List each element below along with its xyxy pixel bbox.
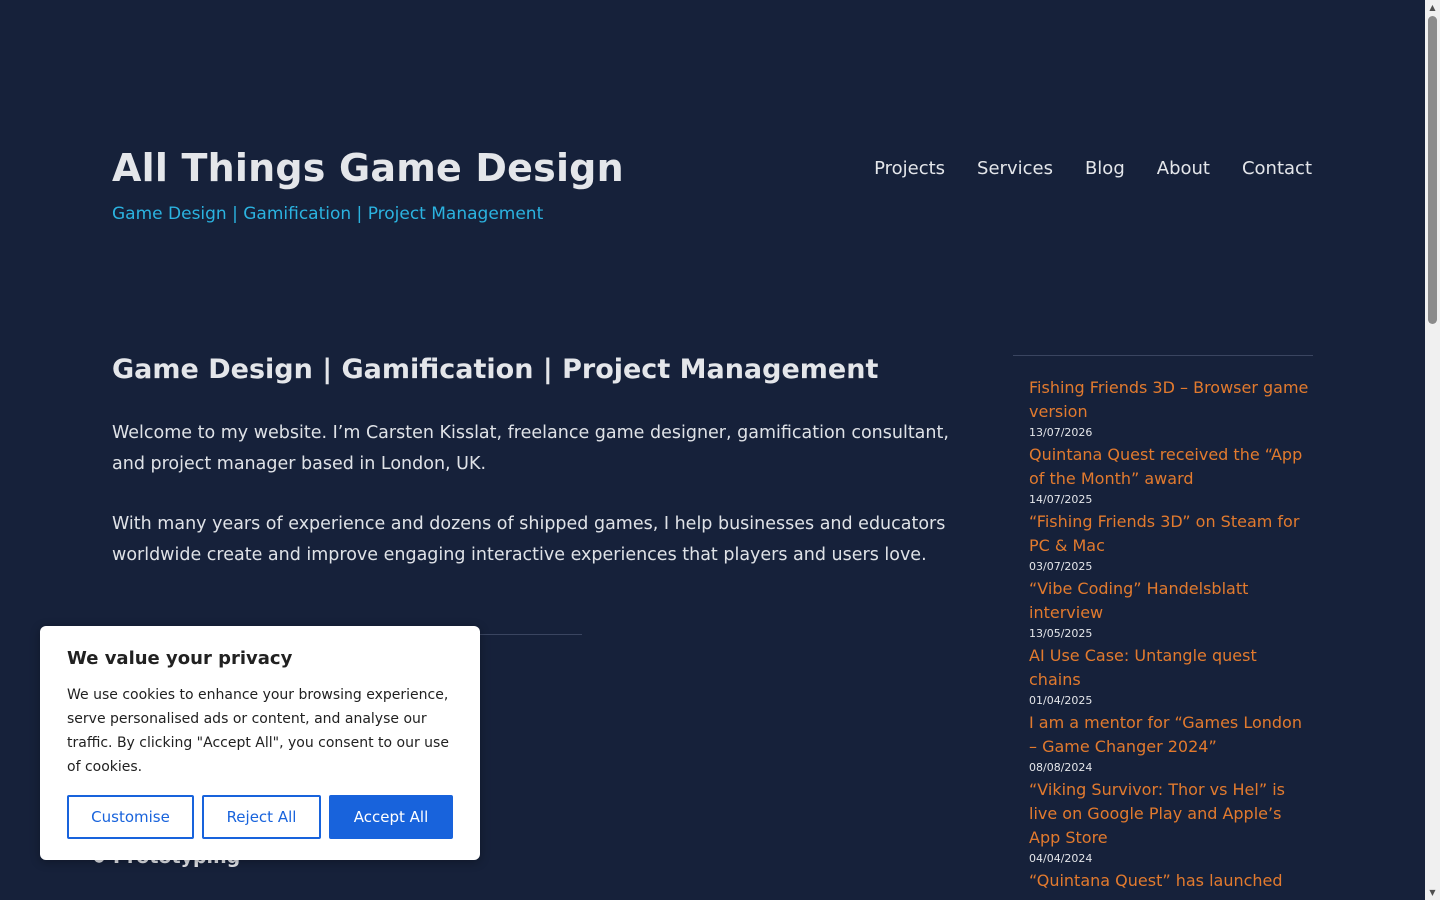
nav-item-services[interactable]: Services (977, 158, 1053, 179)
nav-item-projects[interactable]: Projects (874, 158, 945, 179)
triangle-down-icon[interactable]: ▼ (1425, 885, 1440, 900)
cookie-text: We use cookies to enhance your browsing … (67, 687, 449, 775)
post-date: 03/07/2025 (1029, 560, 1093, 573)
post-link[interactable]: AI Use Case: Untangle quest chains (1029, 644, 1313, 692)
page: All Things Game Design Game Design | Gam… (0, 0, 1425, 900)
reject-all-button[interactable]: Reject All (202, 795, 321, 839)
post-date: 13/07/2026 (1029, 426, 1093, 439)
cookie-title: We value your privacy (67, 648, 293, 669)
post-link[interactable]: “Fishing Friends 3D” on Steam for PC & M… (1029, 510, 1313, 558)
post-link[interactable]: “Quintana Quest” has launched (1029, 869, 1313, 893)
page-heading: Game Design | Gamification | Project Man… (112, 354, 879, 385)
post-link[interactable]: “Viking Survivor: Thor vs Hel” is live o… (1029, 778, 1313, 850)
cookie-consent-banner: We value your privacy We use cookies to … (40, 626, 480, 860)
post-date: 13/05/2025 (1029, 627, 1093, 640)
sidebar-divider (1013, 355, 1313, 356)
post-date: 08/08/2024 (1029, 761, 1093, 774)
intro-paragraph: With many years of experience and dozens… (112, 514, 946, 565)
post-date: 14/07/2025 (1029, 493, 1093, 506)
customise-button[interactable]: Customise (67, 795, 194, 839)
nav-item-blog[interactable]: Blog (1085, 158, 1125, 179)
site-title[interactable]: All Things Game Design (112, 146, 624, 190)
post-link[interactable]: “Vibe Coding” Handelsblatt interview (1029, 577, 1313, 625)
nav-item-contact[interactable]: Contact (1242, 158, 1312, 179)
nav-item-about[interactable]: About (1157, 158, 1210, 179)
cookie-buttons: Customise Reject All Accept All (67, 795, 453, 839)
intro-paragraph: Welcome to my website. I’m Carsten Kissl… (112, 423, 949, 474)
scrollbar[interactable]: ▲ ▼ (1425, 0, 1440, 900)
post-link[interactable]: Quintana Quest received the “App of the … (1029, 443, 1313, 491)
post-date: 04/04/2024 (1029, 852, 1093, 865)
post-link[interactable]: I am a mentor for “Games London – Game C… (1029, 711, 1313, 759)
site-tagline: Game Design | Gamification | Project Man… (112, 204, 544, 224)
recent-posts: Fishing Friends 3D – Browser game versio… (1029, 376, 1313, 893)
triangle-up-icon[interactable]: ▲ (1425, 0, 1440, 15)
scrollbar-thumb[interactable] (1428, 16, 1437, 324)
post-link[interactable]: Fishing Friends 3D – Browser game versio… (1029, 376, 1313, 424)
post-date: 01/04/2025 (1029, 694, 1093, 707)
accept-all-button[interactable]: Accept All (329, 795, 453, 839)
main-nav: Projects Services Blog About Contact (874, 158, 1312, 179)
